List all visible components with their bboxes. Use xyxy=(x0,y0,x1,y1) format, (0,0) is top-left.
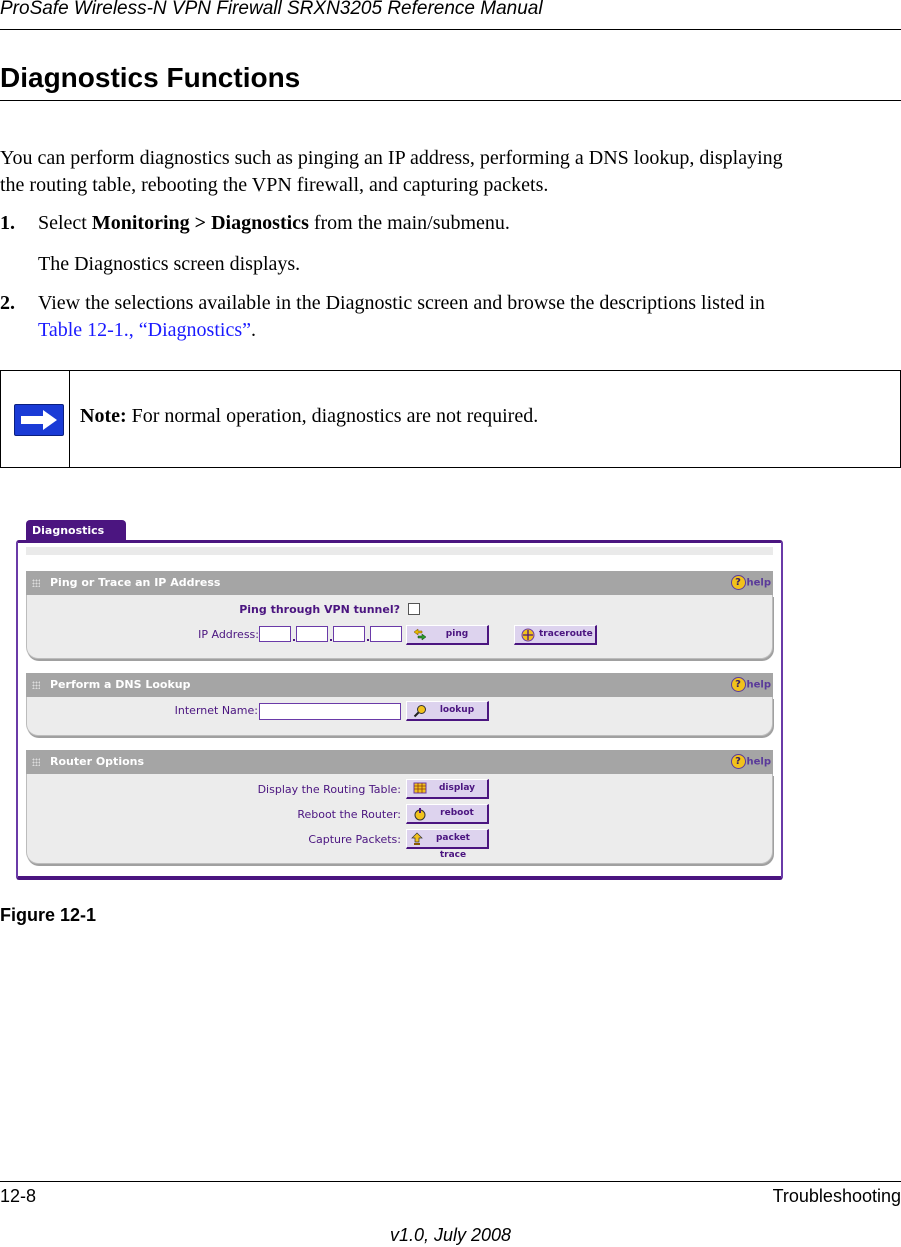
lookup-label: lookup xyxy=(439,705,475,715)
lookup-button[interactable]: lookup xyxy=(406,701,489,721)
footer-rule xyxy=(0,1181,901,1182)
menu-separator: > xyxy=(189,212,212,234)
step-1-post: from the main/submenu. xyxy=(308,212,510,234)
section-title-router: Router Options xyxy=(50,755,145,768)
vpn-tunnel-label: Ping through VPN tunnel? xyxy=(239,603,400,616)
table-icon xyxy=(413,782,427,795)
vpn-tunnel-checkbox[interactable] xyxy=(408,603,420,615)
diagnostics-screenshot: Diagnostics Ping or Trace an IP Address … xyxy=(16,520,784,882)
traceroute-button[interactable]: traceroute xyxy=(514,625,597,645)
traceroute-label: traceroute xyxy=(539,629,593,639)
routing-table-label: Display the Routing Table: xyxy=(257,783,401,796)
note-box: Note: For normal operation, diagnostics … xyxy=(0,370,901,468)
version-text: v1.0, July 2008 xyxy=(389,1225,512,1245)
diagnostics-frame: Ping or Trace an IP Address ? help Ping t… xyxy=(16,540,783,880)
section-title: Diagnostics Functions xyxy=(0,62,301,93)
ip-octet-2[interactable] xyxy=(296,626,328,642)
step-1-text: Select Monitoring > Diagnostics from the… xyxy=(38,210,510,237)
intro-line-1: You can perform diagnostics such as ping… xyxy=(0,147,783,169)
arrow-right-icon xyxy=(14,404,64,436)
note-label: Note: xyxy=(80,405,127,427)
display-label: display xyxy=(438,783,476,793)
reboot-label: Reboot the Router: xyxy=(297,808,401,821)
intro-line-2: the routing table, rebooting the VPN fir… xyxy=(0,174,549,196)
magnifier-icon xyxy=(413,704,427,718)
section-title-dns: Perform a DNS Lookup xyxy=(50,678,191,691)
section-header-dns: Perform a DNS Lookup ? help xyxy=(26,673,773,697)
page-number: 12-8 xyxy=(0,1186,37,1206)
note-icon-cell xyxy=(1,371,70,467)
note-text: Note: For normal operation, diagnostics … xyxy=(80,405,538,428)
ip-address-label: IP Address: xyxy=(198,628,259,641)
step-2-text: View the selections available in the Dia… xyxy=(38,292,765,314)
tab-diagnostics[interactable]: Diagnostics xyxy=(26,520,126,542)
help-icon: ? xyxy=(730,575,746,590)
ip-octet-4[interactable] xyxy=(370,626,402,642)
help-label: help xyxy=(746,756,772,768)
step-2-post: . xyxy=(250,319,256,341)
help-icon: ? xyxy=(730,677,746,692)
ping-button[interactable]: ping xyxy=(406,625,489,645)
top-bar xyxy=(26,547,773,555)
table-link[interactable]: Table 12-1., “Diagnostics” xyxy=(38,319,251,341)
menu-monitoring: Monitoring xyxy=(91,212,190,234)
ip-dot xyxy=(330,639,332,641)
step-1-followup: The Diagnostics screen displays. xyxy=(38,253,301,275)
ip-octet-3[interactable] xyxy=(333,626,365,642)
ip-octet-1[interactable] xyxy=(259,626,291,642)
figure-caption: Figure 12-1 xyxy=(0,905,97,925)
section-body-dns: Internet Name: lookup xyxy=(26,697,773,736)
running-header: ProSafe Wireless-N VPN Firewall SRXN3205… xyxy=(0,0,543,19)
help-link-router[interactable]: ? help xyxy=(730,754,772,771)
internet-name-input[interactable] xyxy=(259,703,401,720)
reboot-label-text: reboot xyxy=(440,808,474,818)
reboot-icon xyxy=(413,807,427,821)
traceroute-icon xyxy=(521,628,535,642)
internet-name-label: Internet Name: xyxy=(174,704,258,717)
packet-trace-label: packet trace xyxy=(435,833,470,860)
reboot-button[interactable]: reboot xyxy=(406,804,489,824)
section-body-ping: Ping through VPN tunnel? IP Address: pin… xyxy=(26,595,773,659)
capture-packets-label: Capture Packets: xyxy=(308,833,401,846)
help-link-ping[interactable]: ? help xyxy=(730,575,772,592)
menu-diagnostics: Diagnostics xyxy=(211,212,309,234)
grip-icon xyxy=(32,758,40,766)
section-header-ping: Ping or Trace an IP Address ? help xyxy=(26,571,773,595)
note-body: For normal operation, diagnostics are no… xyxy=(126,405,539,427)
title-rule xyxy=(0,100,901,101)
ip-dot xyxy=(367,639,369,641)
ip-dot xyxy=(293,639,295,641)
grip-icon xyxy=(32,681,40,689)
help-label: help xyxy=(746,577,772,589)
section-header-router: Router Options ? help xyxy=(26,750,773,774)
step-1-number: 1. xyxy=(0,212,15,234)
ping-arrows-icon xyxy=(413,628,427,641)
packet-trace-button[interactable]: packet trace xyxy=(406,829,489,860)
step-2-number: 2. xyxy=(0,292,15,314)
section-body-router: Display the Routing Table: display Reboo… xyxy=(26,774,773,864)
help-label: help xyxy=(746,679,772,691)
help-icon: ? xyxy=(730,754,746,769)
grip-icon xyxy=(32,579,40,587)
step-2-line-2: Table 12-1., “Diagnostics”. xyxy=(38,317,256,344)
chapter-name: Troubleshooting xyxy=(772,1186,901,1206)
header-rule xyxy=(0,29,901,30)
help-link-dns[interactable]: ? help xyxy=(730,677,772,694)
ping-label: ping xyxy=(445,629,469,639)
step-1-pre: Select xyxy=(38,212,92,234)
section-title-ping: Ping or Trace an IP Address xyxy=(50,576,221,589)
display-button[interactable]: display xyxy=(406,779,489,799)
